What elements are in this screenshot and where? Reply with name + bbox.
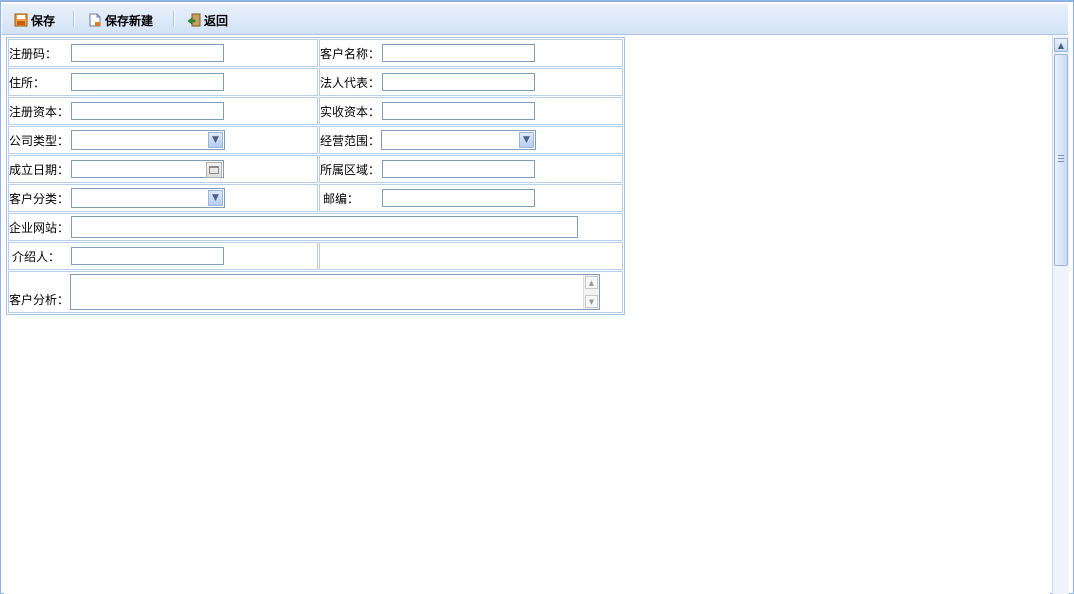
- chevron-down-icon[interactable]: ▼: [519, 132, 534, 148]
- save-button[interactable]: 保存: [14, 10, 55, 30]
- founded-date-input[interactable]: [71, 160, 224, 178]
- customer-category-selected: [72, 191, 75, 205]
- customer-category-label: 客户分类：: [9, 191, 70, 206]
- website-label: 企业网站：: [9, 220, 70, 235]
- back-button[interactable]: 返回: [187, 10, 228, 30]
- save-new-button-label: 保存新建: [105, 13, 154, 28]
- customer-category-select[interactable]: ▼: [71, 188, 225, 208]
- textarea-scrollbar[interactable]: ▲ ▼: [583, 275, 599, 309]
- analysis-label: 客户分析：: [9, 293, 70, 307]
- empty-cell: [319, 242, 623, 270]
- referrer-input[interactable]: [71, 247, 224, 265]
- reg-capital-input[interactable]: [71, 102, 224, 120]
- toolbar: 保存 保存新建 返回: [2, 4, 1068, 35]
- address-label: 住所：: [9, 75, 46, 90]
- legal-rep-label: 法人代表：: [320, 75, 381, 90]
- region-input[interactable]: [382, 160, 535, 178]
- company-type-label: 公司类型：: [9, 133, 70, 148]
- form-panel: 注册码： 客户名称： 住所： 法人代表： 注册资本： 实收资本： 公司类型： ▼…: [4, 36, 1050, 594]
- region-label: 所属区域：: [320, 162, 381, 177]
- analysis-value: [71, 275, 599, 279]
- chevron-down-icon[interactable]: ▼: [208, 132, 223, 148]
- page-scrollbar[interactable]: ▲: [1052, 36, 1069, 594]
- scroll-up-icon[interactable]: ▲: [1054, 38, 1068, 52]
- company-type-select[interactable]: ▼: [71, 130, 225, 150]
- address-input[interactable]: [71, 73, 224, 91]
- reg-code-label: 注册码：: [9, 46, 58, 61]
- back-icon: [187, 13, 201, 27]
- postcode-input[interactable]: [382, 189, 535, 207]
- customer-form: 注册码： 客户名称： 住所： 法人代表： 注册资本： 实收资本： 公司类型： ▼…: [6, 37, 625, 315]
- founded-date-label: 成立日期：: [9, 162, 70, 177]
- founded-date-value: [72, 162, 75, 176]
- save-button-label: 保存: [31, 13, 56, 28]
- postcode-label: 邮编：: [323, 191, 360, 206]
- chevron-down-icon[interactable]: ▼: [208, 190, 223, 206]
- reg-capital-label: 注册资本：: [9, 104, 70, 119]
- toolbar-separator: [173, 11, 175, 27]
- save-new-button[interactable]: 保存新建: [88, 10, 153, 30]
- customer-name-label: 客户名称：: [320, 46, 381, 61]
- calendar-icon[interactable]: [206, 162, 222, 178]
- toolbar-separator: [73, 11, 75, 27]
- referrer-label: 介绍人：: [12, 249, 61, 264]
- back-button-label: 返回: [204, 13, 229, 28]
- company-type-selected: [72, 133, 75, 147]
- scroll-down-icon[interactable]: ▼: [585, 295, 598, 308]
- scroll-up-icon[interactable]: ▲: [585, 276, 598, 289]
- grip-icon: [1058, 155, 1064, 163]
- business-scope-select[interactable]: ▼: [381, 130, 536, 150]
- scrollbar-thumb[interactable]: [1054, 54, 1068, 266]
- business-scope-selected: [382, 133, 385, 147]
- website-input[interactable]: [71, 216, 578, 238]
- paid-capital-label: 实收资本：: [320, 104, 381, 119]
- save-icon: [14, 13, 28, 27]
- reg-code-input[interactable]: [71, 44, 224, 62]
- paid-capital-input[interactable]: [382, 102, 535, 120]
- customer-name-input[interactable]: [382, 44, 535, 62]
- analysis-textarea[interactable]: ▲ ▼: [70, 274, 600, 310]
- new-document-icon: [88, 13, 102, 27]
- business-scope-label: 经营范围：: [320, 133, 381, 148]
- legal-rep-input[interactable]: [382, 73, 535, 91]
